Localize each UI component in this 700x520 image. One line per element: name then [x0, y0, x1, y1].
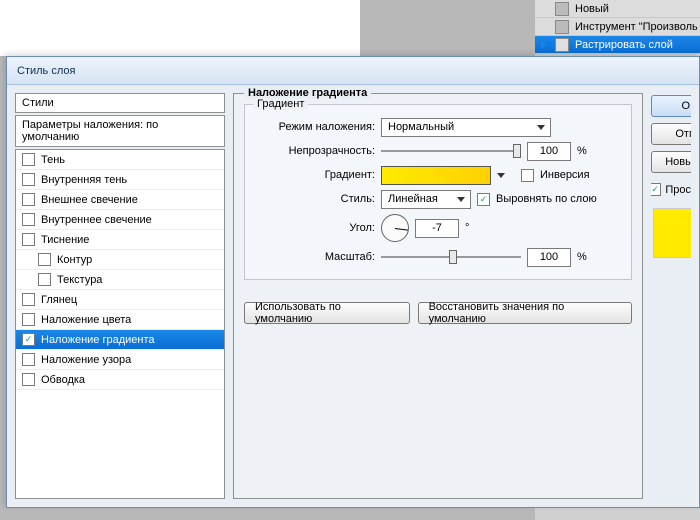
menu-item-tool[interactable]: Инструмент "Произволь — [535, 18, 700, 36]
align-checkbox[interactable]: ✓ — [477, 193, 490, 206]
angle-dial[interactable] — [381, 214, 409, 242]
ok-button[interactable]: ОК — [651, 95, 691, 117]
scale-value[interactable]: 100 — [527, 248, 571, 267]
shape-tool-icon — [555, 20, 569, 34]
effect-checkbox[interactable] — [22, 353, 35, 366]
new-style-button[interactable]: Новый ст — [651, 151, 691, 173]
effect-label: Обводка — [41, 374, 85, 386]
effect-checkbox[interactable] — [22, 213, 35, 226]
cancel-button[interactable]: Отме — [651, 123, 691, 145]
make-default-button[interactable]: Использовать по умолчанию — [244, 302, 410, 324]
layer-icon — [555, 38, 569, 52]
opacity-slider[interactable] — [381, 144, 521, 158]
effect-checkbox[interactable] — [38, 273, 51, 286]
inner-title: Градиент — [253, 98, 308, 110]
gradient-overlay-group: Наложение градиента Градиент Режим налож… — [233, 93, 643, 499]
angle-unit: ° — [465, 222, 469, 234]
chevron-down-icon — [457, 197, 465, 202]
angle-value[interactable]: -7 — [415, 219, 459, 238]
chevron-down-icon — [537, 125, 545, 130]
preview-label: Прос — [665, 184, 691, 196]
menu-item-label: Новый — [575, 3, 609, 15]
blend-mode-label: Режим наложения: — [255, 121, 375, 133]
effect-item-7[interactable]: Глянец — [16, 290, 224, 310]
reset-default-button[interactable]: Восстановить значения по умолчанию — [418, 302, 632, 324]
scale-slider[interactable] — [381, 250, 521, 264]
effect-item-8[interactable]: Наложение цвета — [16, 310, 224, 330]
effect-checkbox[interactable] — [22, 313, 35, 326]
new-doc-icon — [555, 2, 569, 16]
effect-item-2[interactable]: Внешнее свечение — [16, 190, 224, 210]
effect-label: Текстура — [57, 274, 102, 286]
effect-label: Тень — [41, 154, 65, 166]
menu-item-label: Инструмент "Произволь — [575, 21, 698, 33]
style-label: Стиль: — [255, 193, 375, 205]
effect-item-10[interactable]: Наложение узора — [16, 350, 224, 370]
effect-item-0[interactable]: Тень — [16, 150, 224, 170]
menu-item-new[interactable]: Новый — [535, 0, 700, 18]
effect-checkbox[interactable]: ✓ — [22, 333, 35, 346]
styles-header[interactable]: Стили — [15, 93, 225, 113]
effect-label: Внутренняя тень — [41, 174, 127, 186]
inverse-checkbox[interactable] — [521, 169, 534, 182]
dialog-title: Стиль слоя — [17, 65, 75, 77]
menu-item-rasterize[interactable]: Растрировать слой — [535, 36, 700, 54]
effect-checkbox[interactable] — [22, 373, 35, 386]
effect-label: Наложение цвета — [41, 314, 131, 326]
layer-style-dialog: Стиль слоя Стили Параметры наложения: по… — [6, 56, 700, 508]
context-menu: Новый Инструмент "Произволь Растрировать… — [535, 0, 700, 54]
effect-checkbox[interactable] — [22, 173, 35, 186]
effect-label: Наложение градиента — [41, 334, 155, 346]
effect-item-5[interactable]: Контур — [16, 250, 224, 270]
angle-label: Угол: — [255, 222, 375, 234]
opacity-value[interactable]: 100 — [527, 142, 571, 161]
effect-item-3[interactable]: Внутреннее свечение — [16, 210, 224, 230]
scale-unit: % — [577, 251, 587, 263]
effect-checkbox[interactable] — [22, 153, 35, 166]
effect-label: Внутреннее свечение — [41, 214, 152, 226]
effect-checkbox[interactable] — [38, 253, 51, 266]
effect-item-4[interactable]: Тиснение — [16, 230, 224, 250]
effect-item-9[interactable]: ✓ Наложение градиента — [16, 330, 224, 350]
effect-checkbox[interactable] — [22, 293, 35, 306]
opacity-unit: % — [577, 145, 587, 157]
effect-item-6[interactable]: Текстура — [16, 270, 224, 290]
effect-label: Контур — [57, 254, 92, 266]
effect-label: Наложение узора — [41, 354, 131, 366]
style-select[interactable]: Линейная — [381, 190, 471, 209]
effect-label: Внешнее свечение — [41, 194, 138, 206]
opacity-label: Непрозрачность: — [255, 145, 375, 157]
play-icon — [541, 41, 546, 49]
menu-item-label: Растрировать слой — [575, 39, 673, 51]
effect-checkbox[interactable] — [22, 193, 35, 206]
gradient-label: Градиент: — [255, 169, 375, 181]
effect-checkbox[interactable] — [22, 233, 35, 246]
gradient-swatch[interactable] — [381, 166, 491, 185]
preview-checkbox[interactable]: ✓ — [651, 183, 661, 196]
scale-label: Масштаб: — [255, 251, 375, 263]
blend-mode-select[interactable]: Нормальный — [381, 118, 551, 137]
effects-list: Тень Внутренняя тень Внешнее свечение Внутр… — [15, 149, 225, 499]
effect-item-1[interactable]: Внутренняя тень — [16, 170, 224, 190]
blending-options-header[interactable]: Параметры наложения: по умолчанию — [15, 115, 225, 147]
effect-label: Глянец — [41, 294, 77, 306]
chevron-down-icon — [497, 173, 505, 178]
preview-swatch — [653, 208, 691, 258]
inverse-label: Инверсия — [540, 169, 590, 181]
align-label: Выровнять по слою — [496, 193, 597, 205]
effect-item-11[interactable]: Обводка — [16, 370, 224, 390]
effect-label: Тиснение — [41, 234, 89, 246]
gradient-inner-group: Градиент Режим наложения: Нормальный Неп… — [244, 104, 632, 280]
dialog-titlebar[interactable]: Стиль слоя — [7, 57, 699, 85]
